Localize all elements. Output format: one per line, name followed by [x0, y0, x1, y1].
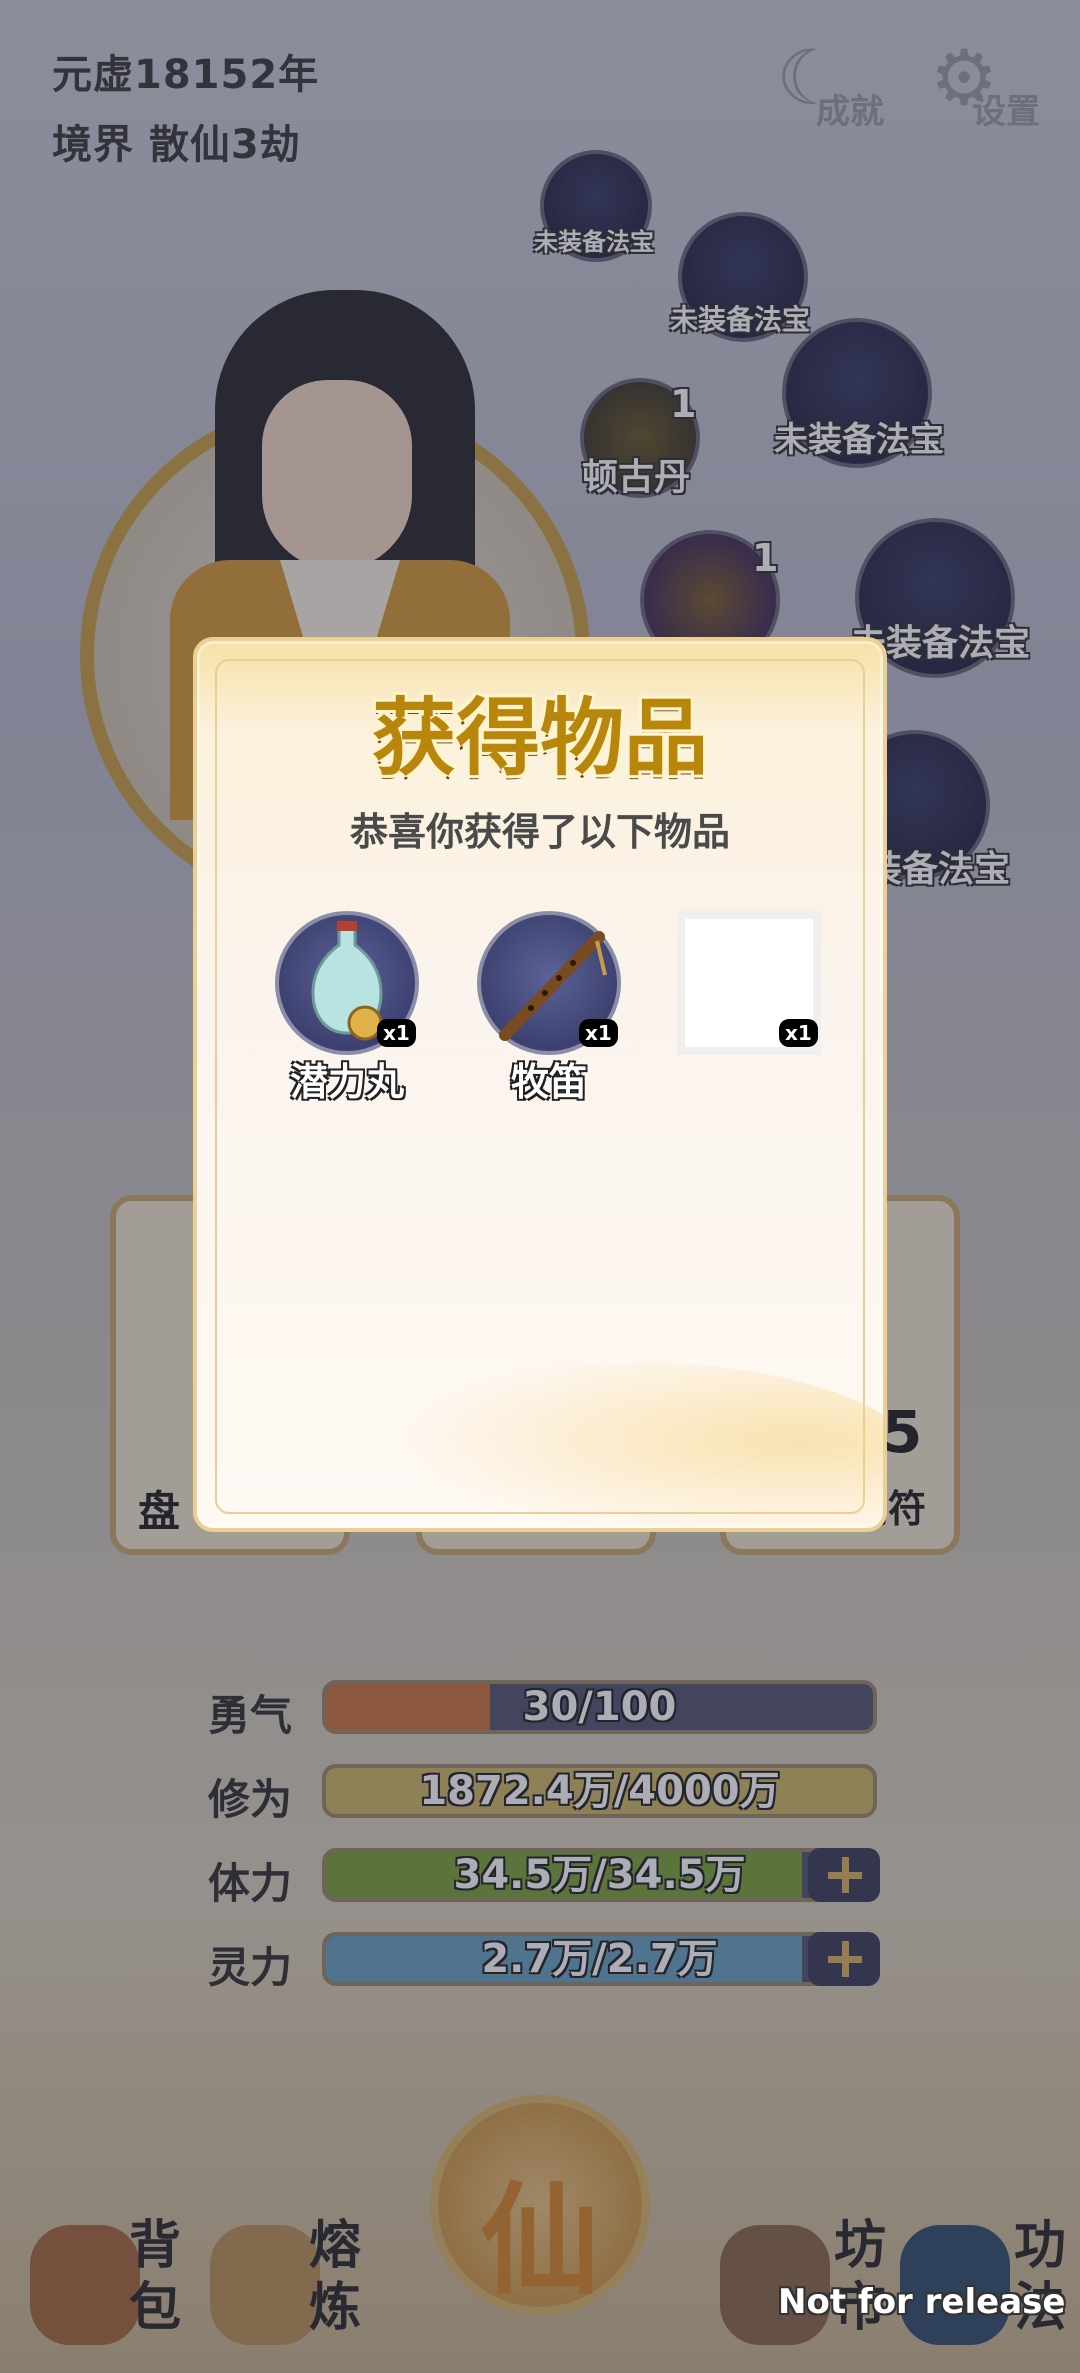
- nav-bag-label: 背包: [128, 2216, 181, 2338]
- dialog-title: 获得物品: [371, 689, 708, 787]
- realm-row: 境界 散仙3劫: [52, 112, 301, 170]
- sword-talisman-count: 5: [882, 1398, 923, 1466]
- reward-dialog[interactable]: 获得物品 恭喜你获得了以下物品 x1 潜力丸 x1 牧笛 x1: [193, 637, 887, 1532]
- stat-label: 灵力: [208, 1943, 293, 1992]
- achievement-button[interactable]: ☾ 成就: [776, 40, 906, 133]
- reward-item[interactable]: x1: [669, 911, 829, 1101]
- nav-smelt-label: 熔炼: [308, 2216, 361, 2338]
- era-text: 元虚18152年: [52, 52, 320, 98]
- stat-bar: 34.5万/34.5万: [322, 1848, 877, 1902]
- pill-slot-label: 顿古丹: [582, 457, 691, 498]
- dialog-subtitle: 恭喜你获得了以下物品: [349, 810, 730, 854]
- stat-bar: 2.7万/2.7万: [322, 1932, 877, 1986]
- stat-label: 修为: [208, 1775, 293, 1824]
- bag-icon: [30, 2225, 140, 2345]
- settings-button[interactable]: ⚙ 设置: [930, 40, 1060, 133]
- realm-value: 散仙3劫: [148, 122, 301, 168]
- artifact-slot-2-label: 未装备法宝: [670, 303, 811, 336]
- item-quantity: x1: [377, 1019, 416, 1047]
- stat-bar-text: 1872.4万/4000万: [419, 1768, 780, 1814]
- watermark-text: Not for release: [778, 2282, 1066, 2322]
- realm-label: 境界: [52, 122, 134, 168]
- pill-slot-count: 1: [670, 382, 697, 426]
- stat-bar: 1872.4万/4000万: [322, 1764, 877, 1818]
- nav-bag[interactable]: 背包: [30, 2215, 210, 2355]
- stat-bar-text: 34.5万/34.5万: [453, 1852, 746, 1898]
- stat-label: 体力: [208, 1859, 293, 1908]
- character-face: [262, 380, 412, 570]
- settings-label: 设置: [972, 92, 1040, 132]
- artifact-slot-3-label: 未装备法宝: [774, 420, 944, 460]
- chest-slot-count: 1: [752, 536, 779, 580]
- cauldron-icon: [210, 2225, 320, 2345]
- item-quantity: x1: [579, 1019, 618, 1047]
- stat-label: 勇气: [208, 1691, 293, 1740]
- item-name: 牧笛: [510, 1060, 587, 1104]
- reward-item[interactable]: x1 潜力丸: [267, 911, 427, 1104]
- nav-smelt[interactable]: 熔炼: [210, 2215, 390, 2355]
- stat-bar: 30/100: [322, 1680, 877, 1734]
- stat-bar-text: 2.7万/2.7万: [481, 1936, 718, 1982]
- artifact-slot-1-label: 未装备法宝: [534, 228, 654, 256]
- immortal-center-button[interactable]: 仙: [430, 2095, 650, 2315]
- stamina-plus-button[interactable]: [808, 1848, 880, 1902]
- spirit-plus-button[interactable]: [808, 1932, 880, 1986]
- immortal-glyph: 仙: [480, 2172, 600, 2311]
- achievement-label: 成就: [816, 92, 884, 132]
- item-quantity: x1: [779, 1019, 818, 1047]
- item-name: 潜力丸: [289, 1060, 404, 1104]
- stat-bar-text: 30/100: [522, 1684, 677, 1730]
- meditate-card-label: 盘: [138, 1487, 181, 1536]
- reward-item[interactable]: x1 牧笛: [469, 911, 629, 1104]
